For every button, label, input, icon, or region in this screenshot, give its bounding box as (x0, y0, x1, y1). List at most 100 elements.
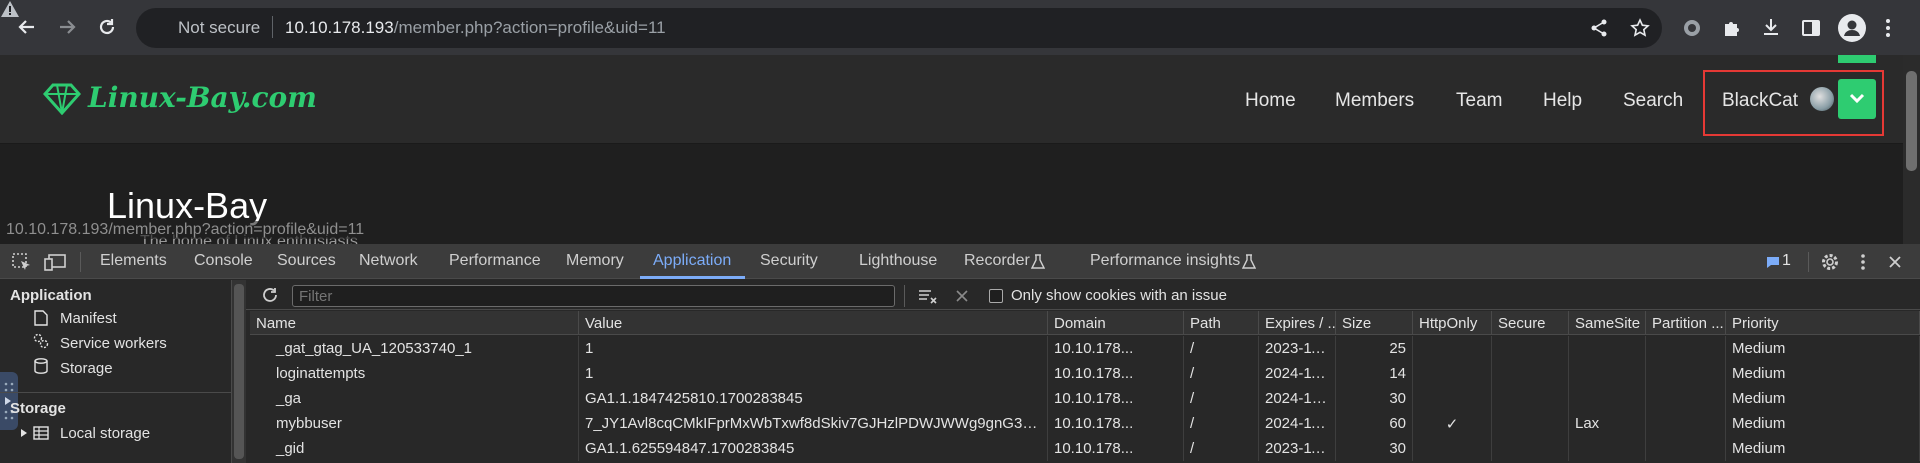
cookie-cell[interactable]: / (1184, 336, 1259, 361)
cookie-cell[interactable] (1413, 436, 1492, 461)
sidebar-item-local-storage[interactable]: Local storage (60, 425, 150, 442)
cookie-cell[interactable]: 1 (579, 336, 1048, 361)
cookie-filter-input[interactable] (292, 285, 895, 307)
cookie-cell[interactable] (1413, 336, 1492, 361)
cookie-cell[interactable]: GA1.1.625594847.1700283845 (579, 436, 1048, 461)
issues-icon[interactable] (1766, 256, 1780, 268)
cookie-cell[interactable] (1492, 361, 1569, 386)
cookie-cell[interactable]: _gat_gtag_UA_120533740_1 (250, 336, 579, 361)
diamond-logo-icon[interactable] (43, 83, 81, 115)
inspect-element-icon[interactable] (12, 253, 32, 271)
tab-console[interactable]: Console (194, 252, 253, 270)
column-header[interactable]: Path (1184, 311, 1259, 335)
cookie-cell[interactable] (1646, 386, 1726, 411)
cookie-cell[interactable]: 2023-11-1... (1259, 336, 1336, 361)
profile-avatar[interactable] (1838, 14, 1866, 42)
cookie-cell[interactable] (1492, 336, 1569, 361)
expand-triangle-icon[interactable] (20, 428, 28, 438)
tab-performance[interactable]: Performance (449, 252, 541, 270)
cookie-cell[interactable] (1646, 436, 1726, 461)
cookie-cell[interactable]: 10.10.178... (1048, 386, 1184, 411)
cookie-cell[interactable]: Medium (1726, 436, 1920, 461)
tab-security[interactable]: Security (760, 252, 818, 270)
cookie-cell[interactable]: 30 (1336, 436, 1413, 461)
share-icon[interactable] (1590, 19, 1608, 37)
cookie-cell[interactable]: Medium (1726, 386, 1920, 411)
nav-team[interactable]: Team (1456, 90, 1502, 112)
cookie-cell[interactable] (1569, 386, 1646, 411)
star-icon[interactable] (1630, 18, 1650, 38)
cookie-cell[interactable]: 30 (1336, 386, 1413, 411)
device-toolbar-icon[interactable] (44, 253, 66, 271)
cookie-cell[interactable]: GA1.1.1847425810.1700283845 (579, 386, 1048, 411)
cookie-cell[interactable]: mybbuser (250, 411, 579, 436)
nav-search[interactable]: Search (1623, 90, 1683, 112)
cookie-cell[interactable]: / (1184, 436, 1259, 461)
column-header[interactable]: Partition ... (1646, 311, 1726, 335)
tab-sources[interactable]: Sources (277, 252, 336, 270)
cookie-cell[interactable]: / (1184, 386, 1259, 411)
cookie-cell[interactable]: _ga (250, 386, 579, 411)
cookie-cell[interactable]: 60 (1336, 411, 1413, 436)
sidebar-item-storage[interactable]: Storage (60, 360, 113, 377)
cookie-cell[interactable]: 2024-11-1... (1259, 361, 1336, 386)
cookie-cell[interactable] (1492, 386, 1569, 411)
cookie-cell[interactable]: Medium (1726, 361, 1920, 386)
cookie-cell[interactable]: loginattempts (250, 361, 579, 386)
cookie-cell[interactable] (1492, 436, 1569, 461)
tab-performance-insights[interactable]: Performance insights (1090, 252, 1240, 270)
nav-home[interactable]: Home (1245, 90, 1296, 112)
user-name[interactable]: BlackCat (1722, 90, 1798, 112)
cookie-cell[interactable]: 10.10.178... (1048, 436, 1184, 461)
column-header[interactable]: Name (250, 311, 579, 335)
url-text[interactable]: 10.10.178.193/member.php?action=profile&… (285, 18, 666, 38)
column-header[interactable]: Secure (1492, 311, 1569, 335)
delete-selected-icon[interactable] (956, 290, 968, 302)
side-panel-icon[interactable] (1801, 18, 1821, 38)
column-header[interactable]: Expires / ... (1259, 311, 1336, 335)
cookie-cell[interactable]: 25 (1336, 336, 1413, 361)
issues-count[interactable]: 1 (1782, 252, 1791, 270)
column-header[interactable]: Domain (1048, 311, 1184, 335)
cookie-cell[interactable] (1492, 411, 1569, 436)
cookie-cell[interactable]: 1 (579, 361, 1048, 386)
cookie-cell[interactable] (1646, 336, 1726, 361)
cookie-cell[interactable]: 7_JY1Avl8cqCMkIFprMxWbTxwf8dSkiv7GJHzlPD… (579, 411, 1048, 436)
sidebar-item-service-workers[interactable]: Service workers (60, 335, 167, 352)
cookie-cell[interactable]: / (1184, 361, 1259, 386)
cookie-cell[interactable] (1646, 411, 1726, 436)
cookie-cell[interactable] (1569, 336, 1646, 361)
cookie-cell[interactable]: 10.10.178... (1048, 361, 1184, 386)
back-button[interactable] (10, 10, 44, 44)
column-header[interactable]: Priority (1726, 311, 1920, 335)
gear-icon[interactable] (1820, 252, 1840, 272)
tab-lighthouse[interactable]: Lighthouse (859, 252, 937, 270)
puzzle-icon[interactable] (1722, 18, 1742, 38)
user-avatar[interactable] (1810, 87, 1834, 111)
column-header[interactable]: HttpOnly (1413, 311, 1492, 335)
refresh-icon[interactable] (261, 286, 279, 304)
nav-help[interactable]: Help (1543, 90, 1582, 112)
tab-application[interactable]: Application (653, 252, 731, 270)
not-secure-label[interactable]: Not secure (178, 18, 260, 38)
extension-circle-icon[interactable] (1682, 18, 1702, 38)
cookie-cell[interactable]: Lax (1569, 411, 1646, 436)
more-options-icon[interactable] (1860, 253, 1866, 271)
column-header[interactable]: SameSite (1569, 311, 1646, 335)
cookie-cell[interactable] (1569, 436, 1646, 461)
cookie-cell[interactable] (1646, 361, 1726, 386)
cookie-cell[interactable]: 14 (1336, 361, 1413, 386)
cookie-cell[interactable] (1569, 361, 1646, 386)
column-header[interactable]: Value (579, 311, 1048, 335)
download-icon[interactable] (1761, 17, 1781, 37)
user-dropdown-button[interactable] (1838, 79, 1876, 119)
close-icon[interactable] (1888, 255, 1902, 269)
cookie-cell[interactable] (1413, 361, 1492, 386)
nav-members[interactable]: Members (1335, 90, 1414, 112)
cookie-cell[interactable]: ✓ (1413, 411, 1492, 436)
only-issues-checkbox[interactable] (989, 289, 1003, 303)
cookie-cell[interactable] (1413, 386, 1492, 411)
tab-elements[interactable]: Elements (100, 252, 167, 270)
column-header[interactable]: Size (1336, 311, 1413, 335)
page-scroll-thumb[interactable] (1906, 71, 1917, 171)
